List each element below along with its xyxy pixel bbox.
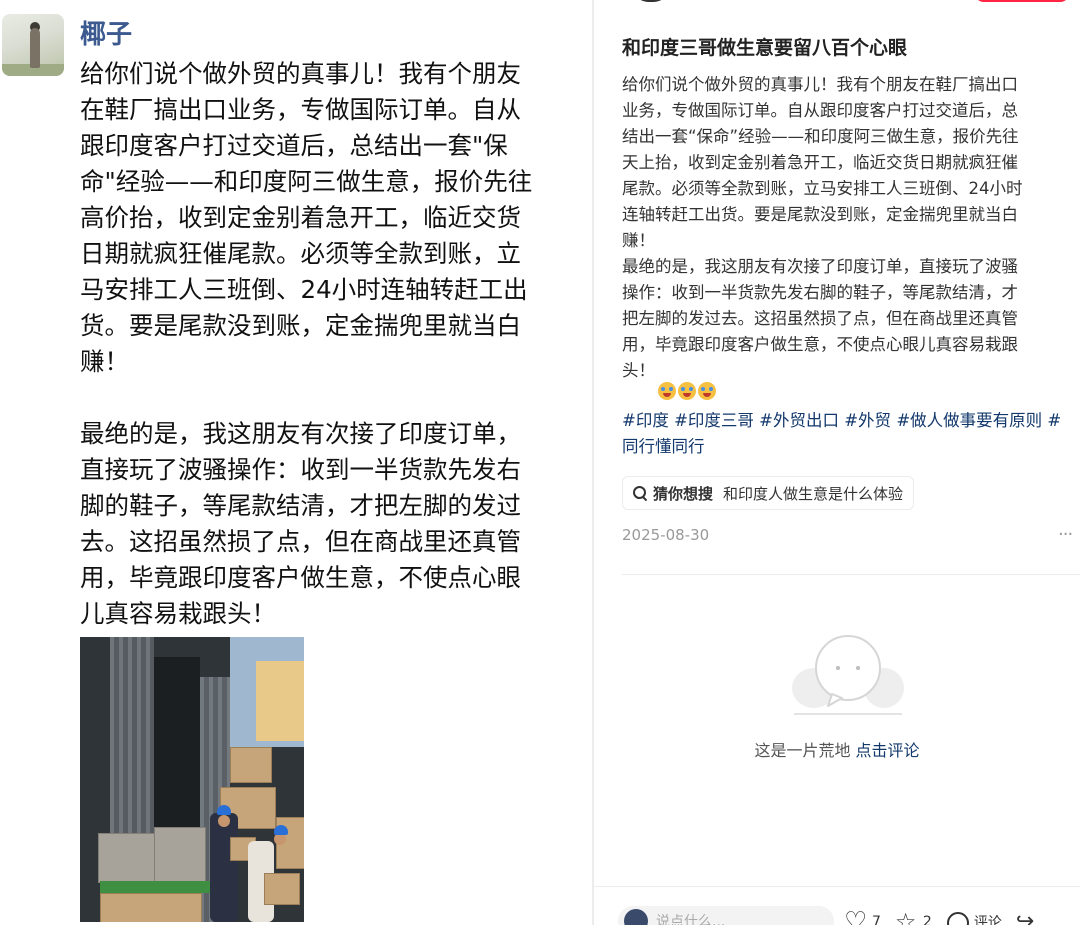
suggested-search-query: 和印度人做生意是什么体验 [723, 484, 904, 503]
comment-icon [946, 912, 969, 925]
comment-input[interactable]: 说点什么... [618, 906, 834, 925]
hashtag[interactable]: #外贸 [844, 411, 891, 430]
comment-button[interactable]: 评论 [946, 912, 1002, 925]
post-image[interactable] [80, 637, 304, 922]
suggested-search-chip[interactable]: 猜你想搜 和印度人做生意是什么体验 [622, 476, 915, 510]
collect-count: 2 [922, 914, 932, 925]
bottom-bar-divider [594, 886, 1080, 887]
note-detail-pane: 和印度三哥做生意要留八百个心眼 给你们说个做外贸的真事儿！我有个朋友在鞋厂搞出口… [594, 0, 1080, 925]
empty-comments-illustration [792, 635, 904, 715]
current-user-avatar [624, 909, 648, 925]
author-name[interactable]: 椰子 [80, 14, 132, 51]
hashtag[interactable]: #印度三哥 [674, 411, 754, 430]
like-count: 7 [872, 914, 881, 925]
crying-face-emoji-icon [678, 382, 696, 400]
top-author-avatar[interactable] [634, 0, 668, 2]
engagement-bar: 7 2 评论 [844, 912, 1038, 925]
collect-button[interactable]: 2 [895, 912, 932, 925]
publish-date: 2025-08-30 [622, 526, 710, 544]
empty-comments-text: 这是一片荒地 点击评论 [594, 737, 1080, 761]
share-button[interactable] [1016, 912, 1038, 925]
author-avatar[interactable] [2, 14, 64, 76]
hashtag[interactable]: #外贸出口 [759, 411, 839, 430]
section-divider [622, 574, 1080, 575]
like-button[interactable]: 7 [844, 912, 881, 925]
note-body: 给你们说个做外贸的真事儿！我有个朋友在鞋厂搞出口 业务，专做国际订单。自从跟印度… [622, 75, 1023, 380]
comment-placeholder: 说点什么... [656, 914, 726, 925]
suggested-search-label: 猜你想搜 [653, 484, 714, 503]
crying-face-emoji-icon [658, 382, 676, 400]
hashtag[interactable]: #印度 [622, 411, 669, 430]
share-icon [1016, 912, 1038, 925]
star-icon [895, 912, 917, 925]
emoji-row [658, 382, 716, 400]
search-icon [633, 486, 647, 500]
crying-face-emoji-icon [698, 382, 716, 400]
post-text: 给你们说个做外贸的真事儿！我有个朋友 在鞋厂搞出口业务，专做国际订单。自从 跟印… [80, 59, 533, 628]
heart-icon [844, 912, 866, 925]
hashtag[interactable]: #做人做事要有原则 [896, 411, 1042, 430]
left-post-pane: 椰子 给你们说个做外贸的真事儿！我有个朋友 在鞋厂搞出口业务，专做国际订单。自从… [0, 0, 592, 925]
hashtag-list: #印度 #印度三哥 #外贸出口 #外贸 #做人做事要有原则 #同行懂同行 [622, 408, 1074, 460]
follow-button[interactable] [974, 0, 1070, 2]
empty-state-text: 这是一片荒地 [754, 741, 851, 760]
comment-label: 评论 [973, 915, 1002, 925]
more-options-icon[interactable]: ··· [1058, 524, 1073, 545]
comment-cta-link[interactable]: 点击评论 [856, 741, 920, 760]
note-title: 和印度三哥做生意要留八百个心眼 [622, 37, 908, 59]
